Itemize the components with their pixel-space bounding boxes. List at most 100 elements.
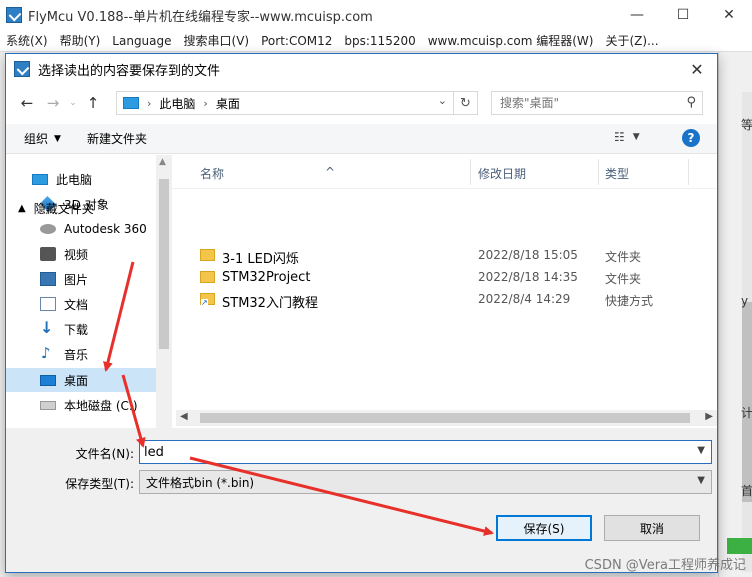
chevron-up-icon: ▲ <box>18 203 26 214</box>
hscrollbar-thumb[interactable] <box>200 413 690 423</box>
chevron-down-icon[interactable]: ▼ <box>697 475 705 486</box>
column-divider[interactable] <box>598 159 599 185</box>
bg-text-fragment: 等 <box>741 118 752 132</box>
refresh-icon[interactable]: ↻ <box>453 92 477 114</box>
menu-item-search-port[interactable]: 搜索串口(V) <box>178 32 256 49</box>
nav-scrollbar-thumb[interactable] <box>159 179 169 349</box>
breadcrumb-separator-icon[interactable]: › <box>147 97 151 110</box>
caret-down-icon: ▼ <box>632 132 640 142</box>
recent-chevron-icon[interactable]: ⌄ <box>66 91 80 115</box>
bg-text-fragment: y <box>741 294 749 308</box>
chevron-down-icon[interactable]: ▼ <box>697 445 705 456</box>
save-button[interactable]: 保存(S) <box>496 515 592 541</box>
hide-folders-toggle[interactable]: ▲ 隐藏文件夹 <box>18 200 94 217</box>
nav-item-label: 此电脑 <box>56 172 93 187</box>
menu-item-programmer[interactable]: www.mcuisp.com 编程器(W) <box>422 32 600 49</box>
nav-item-downloads[interactable]: 下载 <box>6 317 156 341</box>
maximize-icon[interactable]: ☐ <box>660 0 706 30</box>
menu-item-bps[interactable]: bps:115200 <box>338 34 421 48</box>
menu-item-port[interactable]: Port:COM12 <box>255 34 338 48</box>
desktop-icon <box>40 374 56 386</box>
file-type: 文件夹 <box>605 272 642 286</box>
forward-arrow-icon[interactable]: → <box>40 91 66 115</box>
cancel-button[interactable]: 取消 <box>604 515 700 541</box>
dialog-close-button[interactable]: ✕ <box>677 54 717 84</box>
nav-item-pictures[interactable]: 图片 <box>6 267 156 291</box>
filename-input[interactable] <box>144 444 684 460</box>
file-name: STM32Project <box>222 270 311 285</box>
nav-item-label: 下载 <box>64 322 89 337</box>
column-divider[interactable] <box>688 159 689 185</box>
search-input[interactable] <box>500 96 670 110</box>
nav-item-label: 音乐 <box>64 347 89 362</box>
filetype-select[interactable]: 文件格式bin (*.bin) ▼ <box>139 470 712 494</box>
nav-item-desktop[interactable]: 桌面 <box>6 368 156 392</box>
column-header-date[interactable]: 修改日期 <box>478 165 526 182</box>
breadcrumb-separator-icon[interactable]: › <box>203 97 207 110</box>
minimize-icon[interactable]: — <box>614 0 660 30</box>
menu-item-system[interactable]: 系统(X) <box>0 32 54 49</box>
app-window-controls: — ☐ ✕ <box>614 0 752 30</box>
picture-icon <box>40 272 56 286</box>
shortcut-folder-icon <box>200 293 215 307</box>
search-icon[interactable]: ⚲ <box>686 95 696 110</box>
video-icon <box>40 247 56 261</box>
close-icon[interactable]: ✕ <box>706 0 752 30</box>
nav-item-music[interactable]: 音乐 <box>6 342 156 366</box>
column-header-type[interactable]: 类型 <box>605 165 629 182</box>
search-box[interactable]: ⚲ <box>491 91 703 115</box>
document-icon <box>40 297 56 311</box>
file-list: ^ 名称 修改日期 类型 3-1 LED闪烁 2022/8/18 15:05 文… <box>172 155 717 428</box>
view-list-icon: ☷ <box>614 130 625 144</box>
menu-item-help[interactable]: 帮助(Y) <box>54 32 107 49</box>
file-date: 2022/8/18 15:05 <box>478 248 578 262</box>
nav-item-label: 桌面 <box>64 373 89 388</box>
file-date: 2022/8/18 14:35 <box>478 270 578 284</box>
app-logo-icon <box>6 7 22 23</box>
app-scrollbar[interactable] <box>742 92 752 572</box>
dialog-title: 选择读出的内容要保存到的文件 <box>38 63 221 79</box>
music-icon <box>40 344 56 362</box>
address-dropdown-icon[interactable]: ⌄ <box>438 94 447 107</box>
up-arrow-icon[interactable]: ↑ <box>80 91 106 115</box>
column-header-name[interactable]: 名称 <box>200 165 224 182</box>
breadcrumb-this-pc[interactable]: 此电脑 <box>159 95 195 112</box>
nav-scrollbar[interactable]: ▲ <box>156 155 172 428</box>
address-row: ← → ⌄ ↑ › 此电脑 › 桌面 ⌄ ↻ ⚲ <box>6 88 717 118</box>
file-row[interactable]: STM32入门教程 2022/8/4 14:29 快捷方式 <box>172 289 717 311</box>
bg-text-fragment: 计 <box>741 406 752 420</box>
nav-item-documents[interactable]: 文档 <box>6 292 156 316</box>
back-arrow-icon[interactable]: ← <box>14 91 40 115</box>
menu-item-about[interactable]: 关于(Z)... <box>599 32 664 49</box>
nav-item-local-disk[interactable]: 本地磁盘 (C:) <box>6 393 156 417</box>
scroll-up-icon[interactable]: ▲ <box>159 157 166 167</box>
help-button[interactable]: ? <box>682 129 700 147</box>
nav-item-label: 图片 <box>64 272 89 287</box>
file-row[interactable]: 3-1 LED闪烁 2022/8/18 15:05 文件夹 <box>172 245 717 267</box>
menu-item-language[interactable]: Language <box>106 34 177 48</box>
file-list-hscrollbar[interactable]: ◀ ▶ <box>176 410 717 426</box>
filetype-value: 文件格式bin (*.bin) <box>146 475 255 490</box>
filetype-label: 保存类型(T): <box>65 477 134 491</box>
filename-field[interactable]: ▼ <box>139 440 712 464</box>
dialog-title-bar: 选择读出的内容要保存到的文件 ✕ <box>6 54 717 84</box>
nav-item-autodesk[interactable]: Autodesk 360 <box>6 217 156 241</box>
new-folder-button[interactable]: 新建文件夹 <box>87 130 147 147</box>
app-scrollbar-thumb[interactable] <box>742 302 752 502</box>
address-bar[interactable]: › 此电脑 › 桌面 ⌄ ↻ <box>116 91 478 115</box>
nav-item-videos[interactable]: 视频 <box>6 242 156 266</box>
bg-progress-fill <box>727 538 752 554</box>
nav-item-this-pc[interactable]: 此电脑 <box>6 167 156 191</box>
watermark: CSDN @Vera工程师养成记 <box>584 558 746 573</box>
file-row[interactable]: STM32Project 2022/8/18 14:35 文件夹 <box>172 267 717 289</box>
folder-icon <box>200 249 215 261</box>
scroll-right-icon[interactable]: ▶ <box>705 411 713 422</box>
file-type: 快捷方式 <box>605 294 654 308</box>
organize-button[interactable]: 组织 ▼ <box>24 130 61 147</box>
download-icon <box>40 318 56 337</box>
column-divider[interactable] <box>470 159 471 185</box>
scroll-left-icon[interactable]: ◀ <box>180 411 188 422</box>
breadcrumb-desktop[interactable]: 桌面 <box>216 95 240 112</box>
hide-folders-label: 隐藏文件夹 <box>33 202 94 216</box>
view-options-button[interactable]: ☷ ▼ <box>614 130 640 144</box>
